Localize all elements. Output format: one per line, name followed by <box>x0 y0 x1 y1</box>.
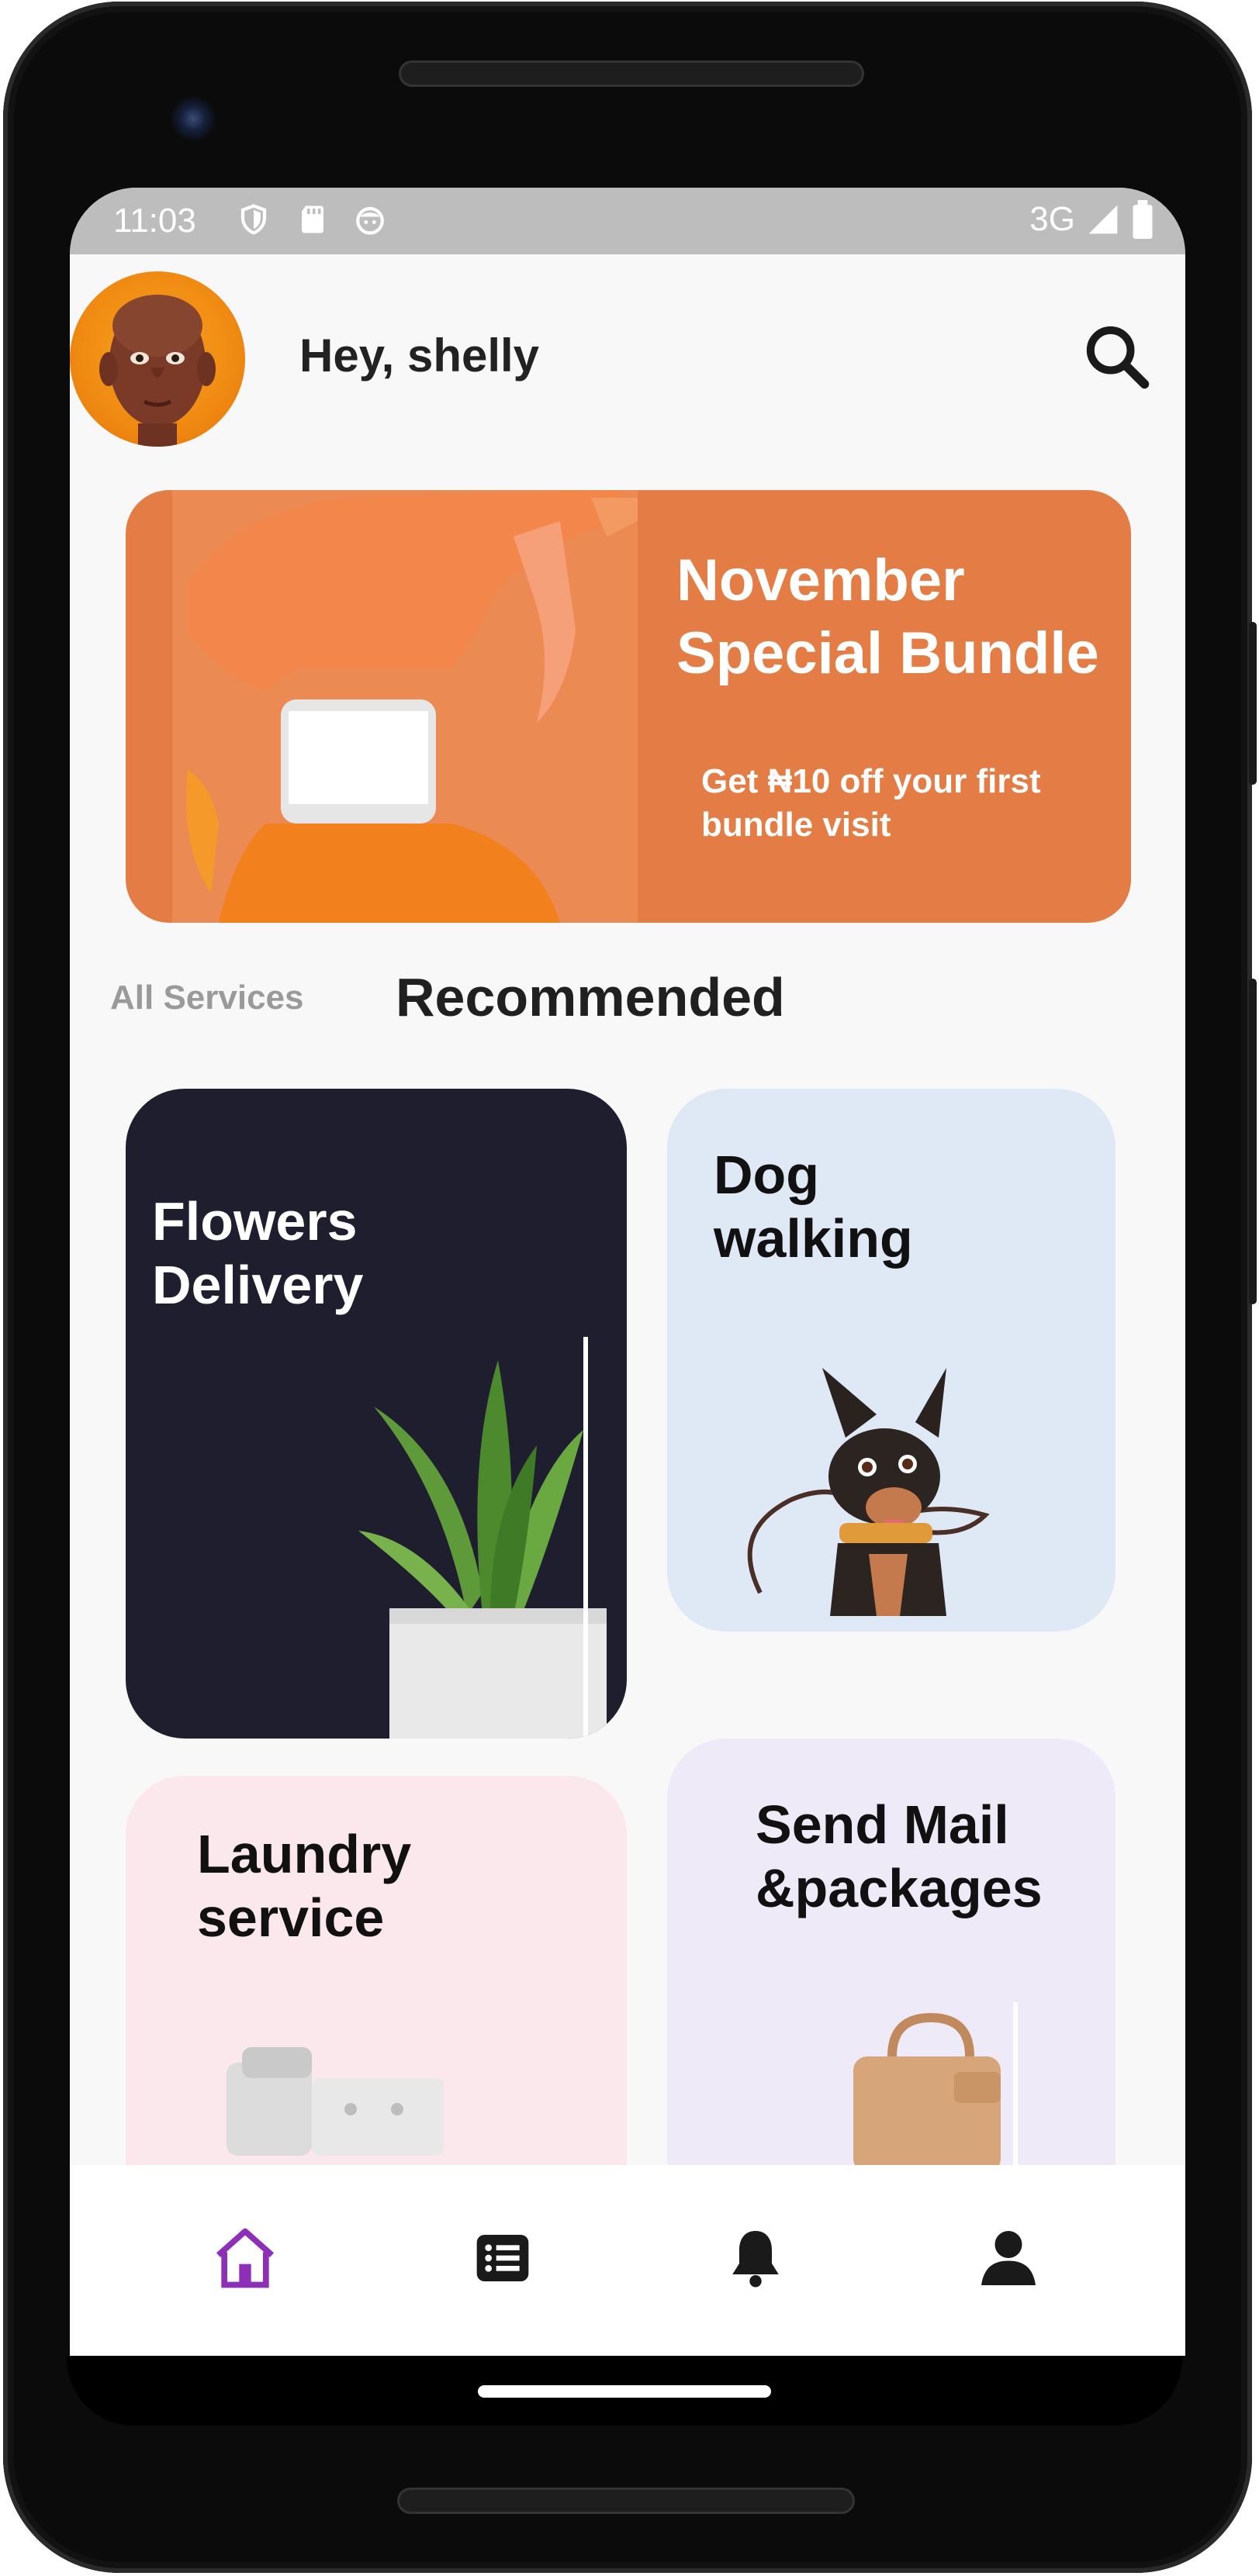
shield-icon <box>240 204 267 235</box>
nav-home[interactable] <box>206 2219 284 2297</box>
profile-icon <box>981 2231 1036 2285</box>
user-avatar[interactable] <box>70 271 245 447</box>
tab-all-services[interactable]: All Services <box>110 979 304 1017</box>
signal-icon <box>1088 205 1118 234</box>
banner-title: November Special Bundle <box>676 547 1099 686</box>
service-title: Dog walking <box>714 1145 913 1269</box>
top-speaker <box>399 60 864 87</box>
nav-list[interactable] <box>464 2219 541 2297</box>
package-illustration <box>853 2002 1018 2173</box>
plant-illustration <box>358 1337 607 1739</box>
service-title: Laundry service <box>197 1824 412 1948</box>
home-indicator[interactable] <box>478 2385 771 2398</box>
bottom-speaker <box>397 2488 855 2514</box>
gesture-bar-area <box>67 2356 1182 2426</box>
list-icon <box>476 2235 529 2281</box>
status-right: 3G <box>1029 200 1154 239</box>
laundry-illustration <box>227 2047 444 2156</box>
banner-subtitle: Get ₦10 off your first bundle visit <box>701 762 1041 844</box>
app-screen: 11:03 3G Hey, shelly November Special Bu… <box>70 188 1185 2356</box>
nav-profile[interactable] <box>970 2219 1047 2297</box>
search-icon <box>1086 326 1150 389</box>
network-label: 3G <box>1029 200 1075 238</box>
power-button <box>1249 622 1257 785</box>
nav-notifications[interactable] <box>717 2219 794 2297</box>
spray-bottle-illustration <box>172 490 638 923</box>
service-card-flowers[interactable]: Flowers Delivery <box>126 1089 627 1739</box>
home-icon <box>216 2228 275 2288</box>
greeting-text: Hey, shelly <box>299 330 540 382</box>
volume-button <box>1249 979 1257 1304</box>
phone-frame: 11:03 3G Hey, shelly November Special Bu… <box>3 2 1257 2573</box>
service-title: Flowers Delivery <box>152 1191 364 1315</box>
status-bar: 11:03 3G <box>70 188 1185 254</box>
bell-icon <box>732 2231 779 2288</box>
tab-recommended[interactable]: Recommended <box>396 966 785 1028</box>
promo-banner[interactable]: November Special Bundle Get ₦10 off your… <box>126 490 1131 923</box>
front-camera <box>169 95 217 143</box>
dog-illustration <box>747 1368 990 1616</box>
android-face-icon <box>356 206 384 235</box>
bottom-nav <box>70 2165 1185 2356</box>
sd-card-icon <box>302 205 323 233</box>
search-button[interactable] <box>1078 318 1156 395</box>
battery-icon <box>1133 200 1153 239</box>
service-title: Send Mail &packages <box>756 1794 1043 1918</box>
status-time: 11:03 <box>113 202 196 240</box>
avatar-face-illustration <box>99 295 216 447</box>
service-card-dog-walking[interactable]: Dog walking <box>667 1089 1115 1632</box>
